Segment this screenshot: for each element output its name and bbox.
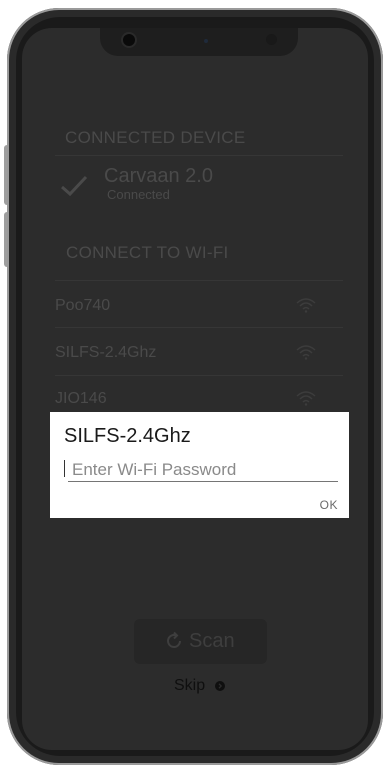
- ok-button[interactable]: OK: [320, 498, 338, 512]
- connected-device-name: Carvaan 2.0: [104, 165, 213, 187]
- wifi-icon: [296, 298, 316, 313]
- refresh-icon: [167, 631, 181, 648]
- divider: [55, 155, 343, 156]
- wifi-password-dialog: SILFS-2.4Ghz Enter Wi-Fi Password OK: [50, 412, 349, 518]
- dialog-title: SILFS-2.4Ghz: [64, 425, 191, 447]
- password-placeholder: Enter Wi-Fi Password: [72, 460, 237, 479]
- wifi-network-name: SILFS-2.4Ghz: [55, 344, 157, 361]
- scan-label: Scan: [189, 630, 235, 652]
- wifi-network-item[interactable]: SILFS-2.4Ghz: [55, 334, 320, 374]
- wifi-icon: [296, 391, 316, 406]
- wifi-network-name: Poo740: [55, 297, 111, 314]
- text-cursor: [64, 460, 65, 477]
- wifi-network-item[interactable]: Poo740: [55, 287, 320, 327]
- check-icon: [61, 175, 88, 197]
- connected-device-heading: CONNECTED DEVICE: [65, 128, 246, 147]
- divider: [55, 375, 343, 376]
- front-camera-icon: [123, 34, 135, 46]
- sensor-icon: [204, 39, 208, 43]
- password-input[interactable]: Enter Wi-Fi Password: [68, 457, 338, 482]
- wifi-network-name: JIO146: [55, 390, 107, 407]
- connected-device-status: Connected: [107, 187, 170, 202]
- arrow-circle-icon: [215, 681, 225, 691]
- connect-wifi-heading: CONNECT TO WI-FI: [66, 243, 229, 262]
- wifi-icon: [296, 345, 316, 360]
- phone-notch: [100, 28, 298, 56]
- scan-button[interactable]: Scan: [134, 619, 267, 664]
- divider: [55, 327, 343, 328]
- proximity-sensor-icon: [266, 34, 277, 45]
- divider: [55, 280, 343, 281]
- skip-label: Skip: [174, 677, 206, 694]
- skip-button[interactable]: Skip: [174, 677, 225, 695]
